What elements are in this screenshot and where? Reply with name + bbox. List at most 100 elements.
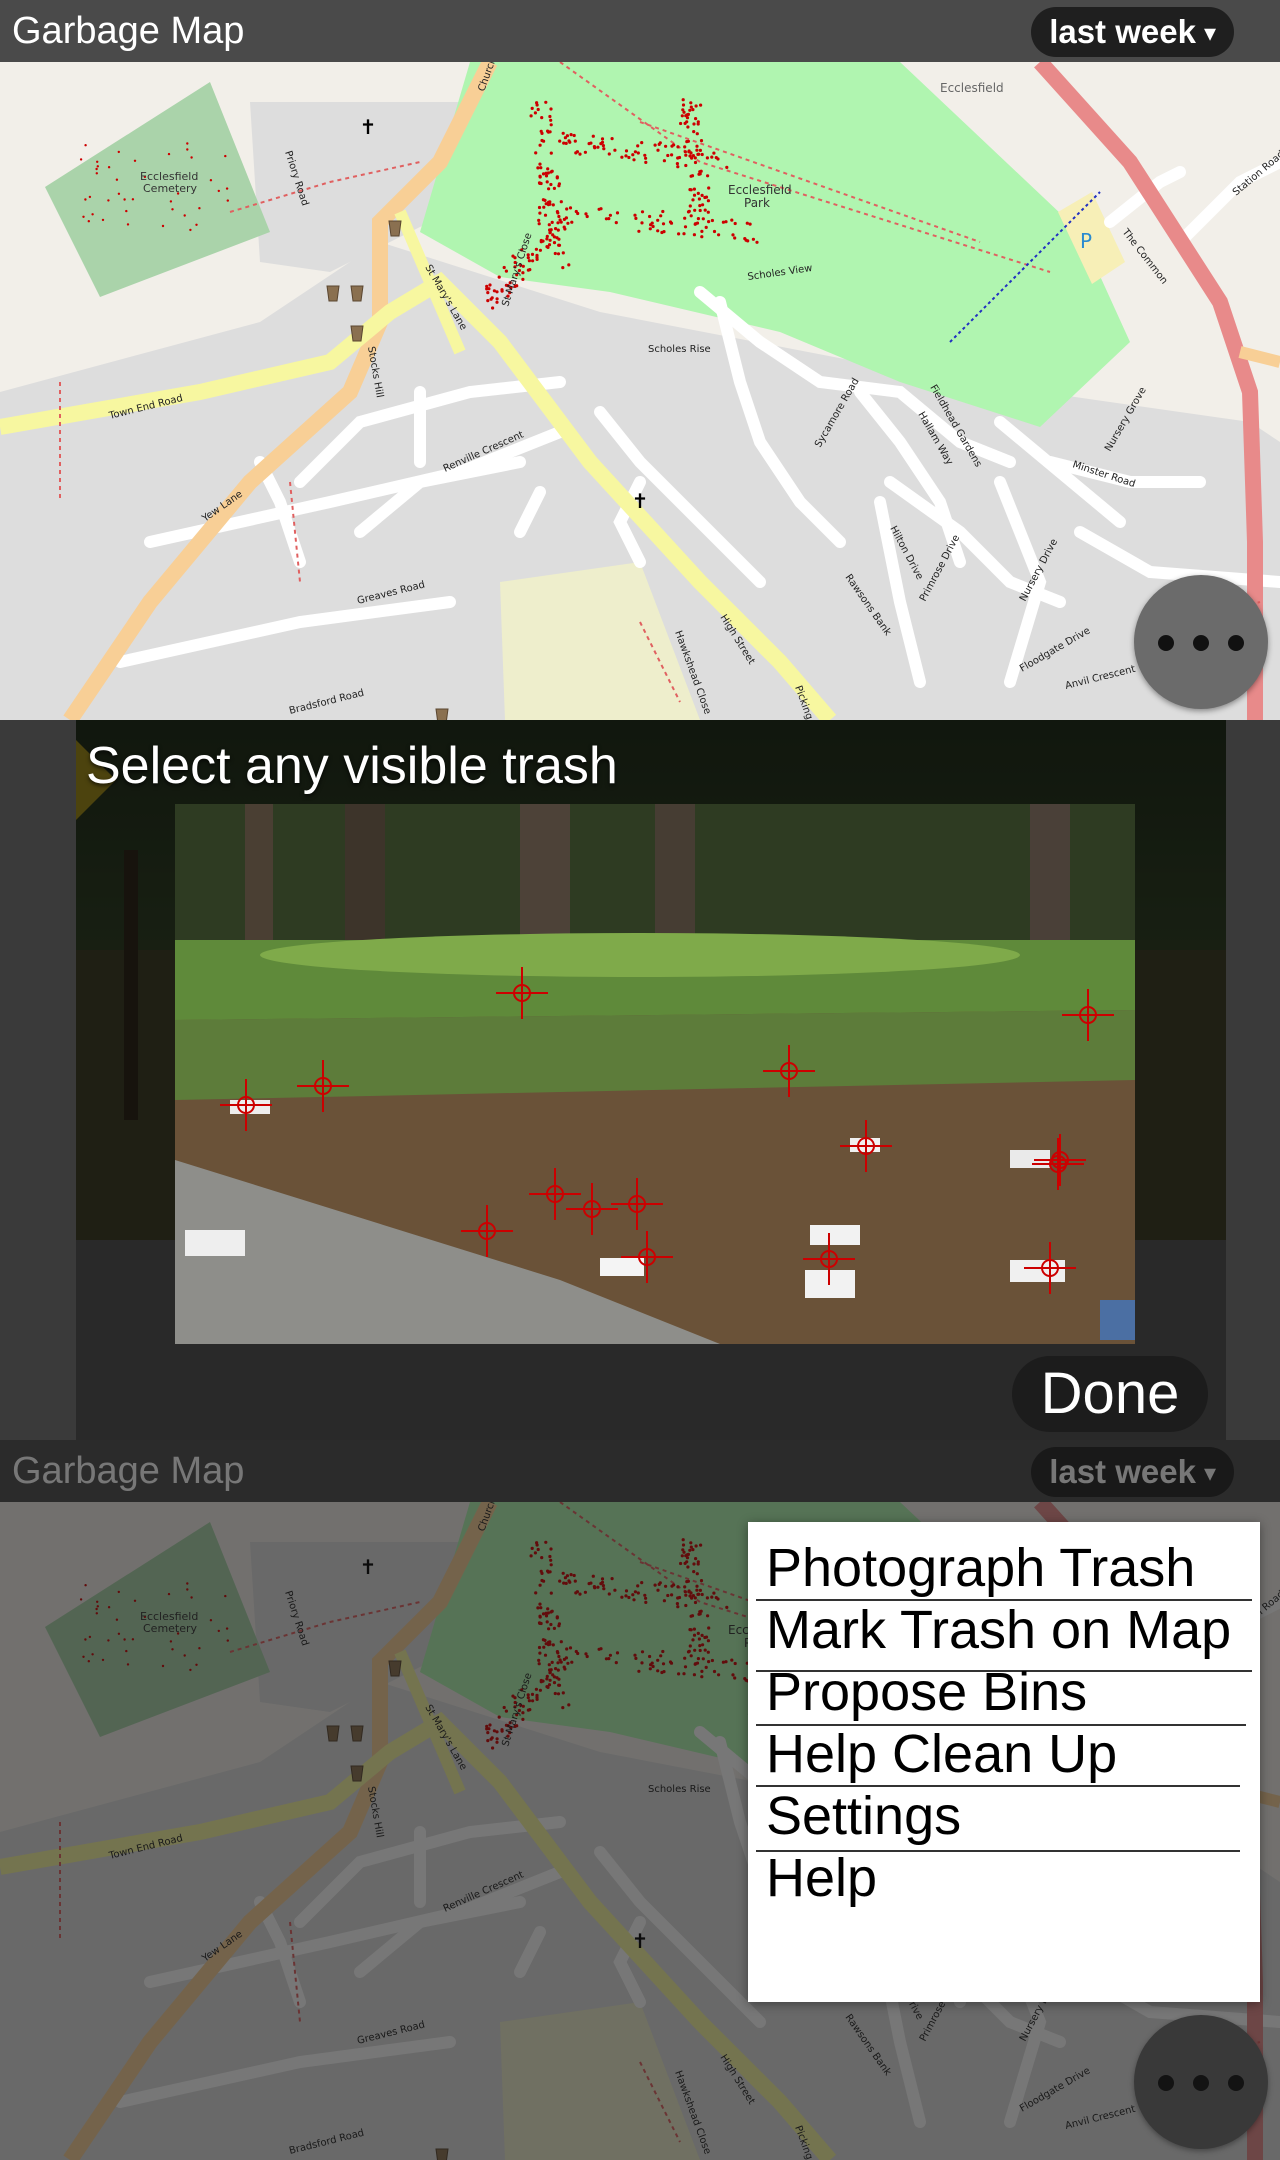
garbage-dot [745,221,749,225]
crosshair-icon[interactable] [611,1178,663,1230]
crosshair-icon[interactable] [803,1233,855,1285]
garbage-dot [696,152,700,156]
garbage-dot [705,156,710,160]
garbage-dot [190,156,193,159]
crosshair-icon[interactable] [496,967,548,1019]
crosshair-icon[interactable] [566,1183,618,1235]
map-view[interactable]: ✝✝EcclesfieldCemeteryEcclesfieldParkEccl… [0,62,1280,720]
garbage-dot [707,220,711,224]
crosshair-icon[interactable] [840,1120,892,1172]
crosshair-icon[interactable] [1062,989,1114,1041]
garbage-dot [553,251,557,256]
garbage-dot [599,207,603,211]
garbage-dot [530,106,534,110]
garbage-dot [695,144,699,148]
garbage-dot [721,220,726,224]
garbage-dot [602,147,606,151]
garbage-dot [562,217,567,221]
menu-item-help[interactable]: Help [766,1848,877,1908]
garbage-dot [537,218,541,222]
garbage-dot [707,186,711,190]
garbage-dot [653,143,657,147]
garbage-dot [669,221,674,225]
camera-instruction: Select any visible trash [86,737,618,795]
garbage-dot [546,203,551,207]
garbage-dot [706,174,710,178]
map-screen: Garbage Map last week ▾ ✝ ✝ Ecclesfield Ceme… [0,0,1280,720]
garbage-dot [131,198,135,201]
garbage-dot [685,113,689,117]
action-menu: Photograph Trash Mark Trash on Map Propo… [748,1522,1260,2002]
garbage-dot [712,151,716,155]
crosshair-icon[interactable] [1034,1134,1086,1186]
garbage-dot [615,211,620,215]
garbage-dot [706,199,711,203]
map-canvas[interactable]: ✝✝EcclesfieldCemeteryEcclesfieldParkEccl… [0,62,1280,720]
crosshair-icon[interactable] [297,1060,349,1112]
garbage-dot [95,172,99,175]
garbage-dot [599,142,603,146]
garbage-dot [700,229,704,233]
garbage-dot [504,269,508,273]
garbage-dot [497,275,501,279]
overflow-menu-button[interactable] [1134,575,1268,709]
garbage-dot [640,141,644,145]
garbage-dot [550,169,554,173]
menu-item-help-clean-up[interactable]: Help Clean Up [766,1724,1117,1784]
crosshair-icon[interactable] [220,1079,272,1131]
crosshair-icon[interactable] [461,1205,513,1257]
garbage-dot [557,214,561,219]
garbage-dot [694,104,698,108]
garbage-dot [596,145,600,149]
garbage-dot [676,145,680,149]
garbage-dot [568,206,573,210]
map-label-place: Ecclesfield [940,81,1004,95]
garbage-dot [573,139,577,143]
garbage-dot [698,204,702,208]
menu-item-photograph-trash[interactable]: Photograph Trash [766,1538,1195,1598]
garbage-dot [95,167,98,171]
garbage-dot [84,144,87,147]
garbage-dot [661,209,665,214]
crosshair-icon[interactable] [1024,1242,1076,1294]
garbage-dot [567,263,571,267]
garbage-dot [488,283,492,287]
menu-item-mark-trash[interactable]: Mark Trash on Map [766,1600,1231,1660]
garbage-dot [631,153,635,157]
garbage-dot [660,230,664,235]
garbage-dot [691,198,695,202]
garbage-dot [548,200,552,204]
garbage-dot [547,223,551,227]
garbage-dot [117,192,121,195]
garbage-dot [563,227,567,231]
garbage-dot [562,141,566,145]
garbage-dot [725,165,729,169]
garbage-dot [539,166,543,170]
garbage-dot [685,120,689,124]
crosshair-icon[interactable] [621,1231,673,1283]
garbage-dot [537,205,542,210]
garbage-dot [624,149,629,153]
garbage-dot [680,114,684,118]
garbage-dot [692,130,696,134]
garbage-dot [567,139,571,143]
garbage-dot [585,214,589,219]
garbage-dot [189,228,192,232]
garbage-dot [534,247,539,251]
garbage-dot [535,103,539,107]
garbage-dot [551,203,555,207]
garbage-dot [640,221,644,225]
garbage-dot [675,162,680,166]
garbage-dot [540,116,544,120]
garbage-dot [689,174,693,178]
app-title: Garbage Map [12,10,245,52]
crosshair-icon[interactable] [763,1045,815,1097]
menu-item-propose-bins[interactable]: Propose Bins [766,1662,1087,1722]
garbage-dot [691,108,695,112]
garbage-dot [685,116,690,120]
time-filter-dropdown[interactable]: last week ▾ [1031,7,1234,57]
menu-item-settings[interactable]: Settings [766,1786,961,1846]
done-button[interactable]: Done [1012,1356,1208,1432]
garbage-dot [557,182,562,186]
garbage-dot [545,245,549,249]
